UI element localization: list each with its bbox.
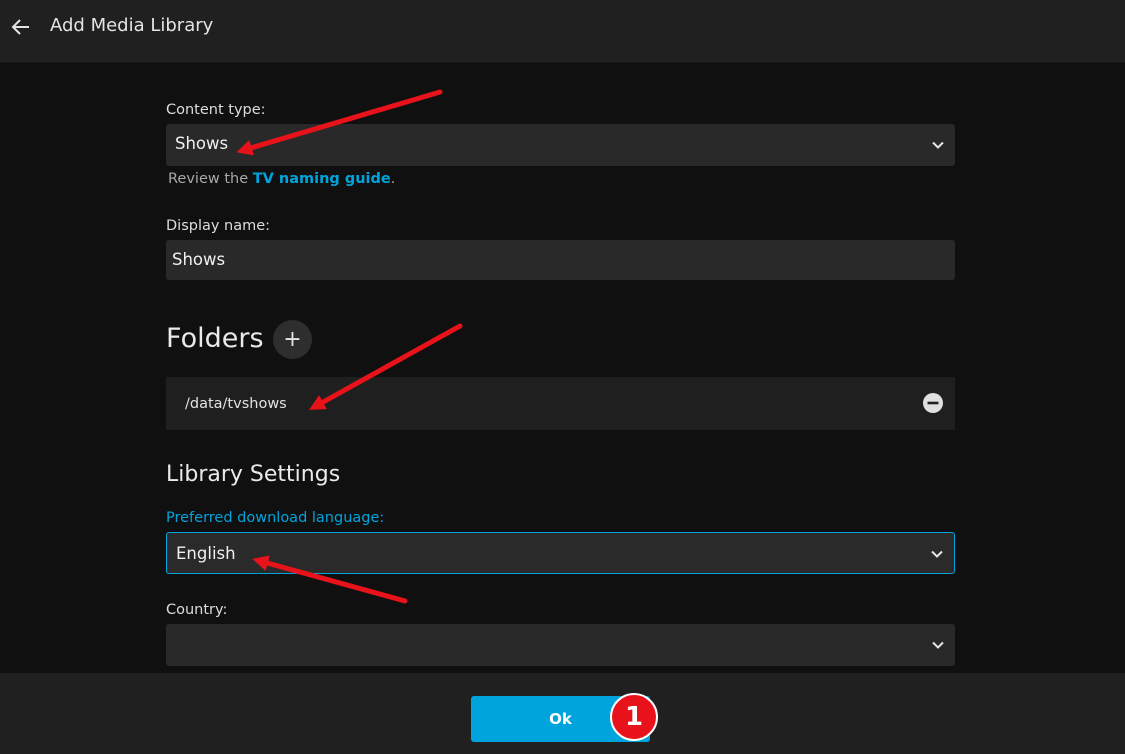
display-name-input[interactable]: Shows xyxy=(166,240,955,280)
help-prefix: Review the xyxy=(168,171,253,187)
display-name-label: Display name: xyxy=(166,218,271,234)
arrow-left-icon xyxy=(11,19,29,35)
content-type-select[interactable]: Shows xyxy=(166,124,955,166)
language-select[interactable]: English xyxy=(166,532,955,574)
folders-heading: Folders xyxy=(166,323,264,354)
language-value: English xyxy=(176,544,236,563)
country-select[interactable] xyxy=(166,624,955,666)
country-label: Country: xyxy=(166,602,228,618)
library-settings-heading: Library Settings xyxy=(166,462,341,487)
step-number-badge: 1 xyxy=(610,693,658,741)
plus-icon: + xyxy=(283,327,302,352)
chevron-down-icon xyxy=(932,141,944,149)
help-suffix: . xyxy=(390,171,396,187)
language-label: Preferred download language: xyxy=(166,510,385,526)
folder-list-item[interactable]: /data/tvshows xyxy=(166,377,955,430)
footer-bar: Ok 1 xyxy=(0,673,1125,754)
add-folder-button[interactable]: + xyxy=(273,320,312,359)
folder-path: /data/tvshows xyxy=(185,396,287,412)
remove-circle-icon[interactable] xyxy=(922,392,944,414)
chevron-down-icon xyxy=(931,550,943,558)
back-button[interactable] xyxy=(6,12,36,42)
display-name-value: Shows xyxy=(172,250,226,269)
naming-guide-help: Review the TV naming guide. xyxy=(168,171,395,187)
page-title: Add Media Library xyxy=(50,15,214,36)
tv-naming-guide-link[interactable]: TV naming guide xyxy=(253,171,391,187)
content-type-value: Shows xyxy=(175,134,229,153)
content-type-label: Content type: xyxy=(166,102,266,118)
header-bar: Add Media Library xyxy=(0,0,1125,63)
chevron-down-icon xyxy=(932,641,944,649)
